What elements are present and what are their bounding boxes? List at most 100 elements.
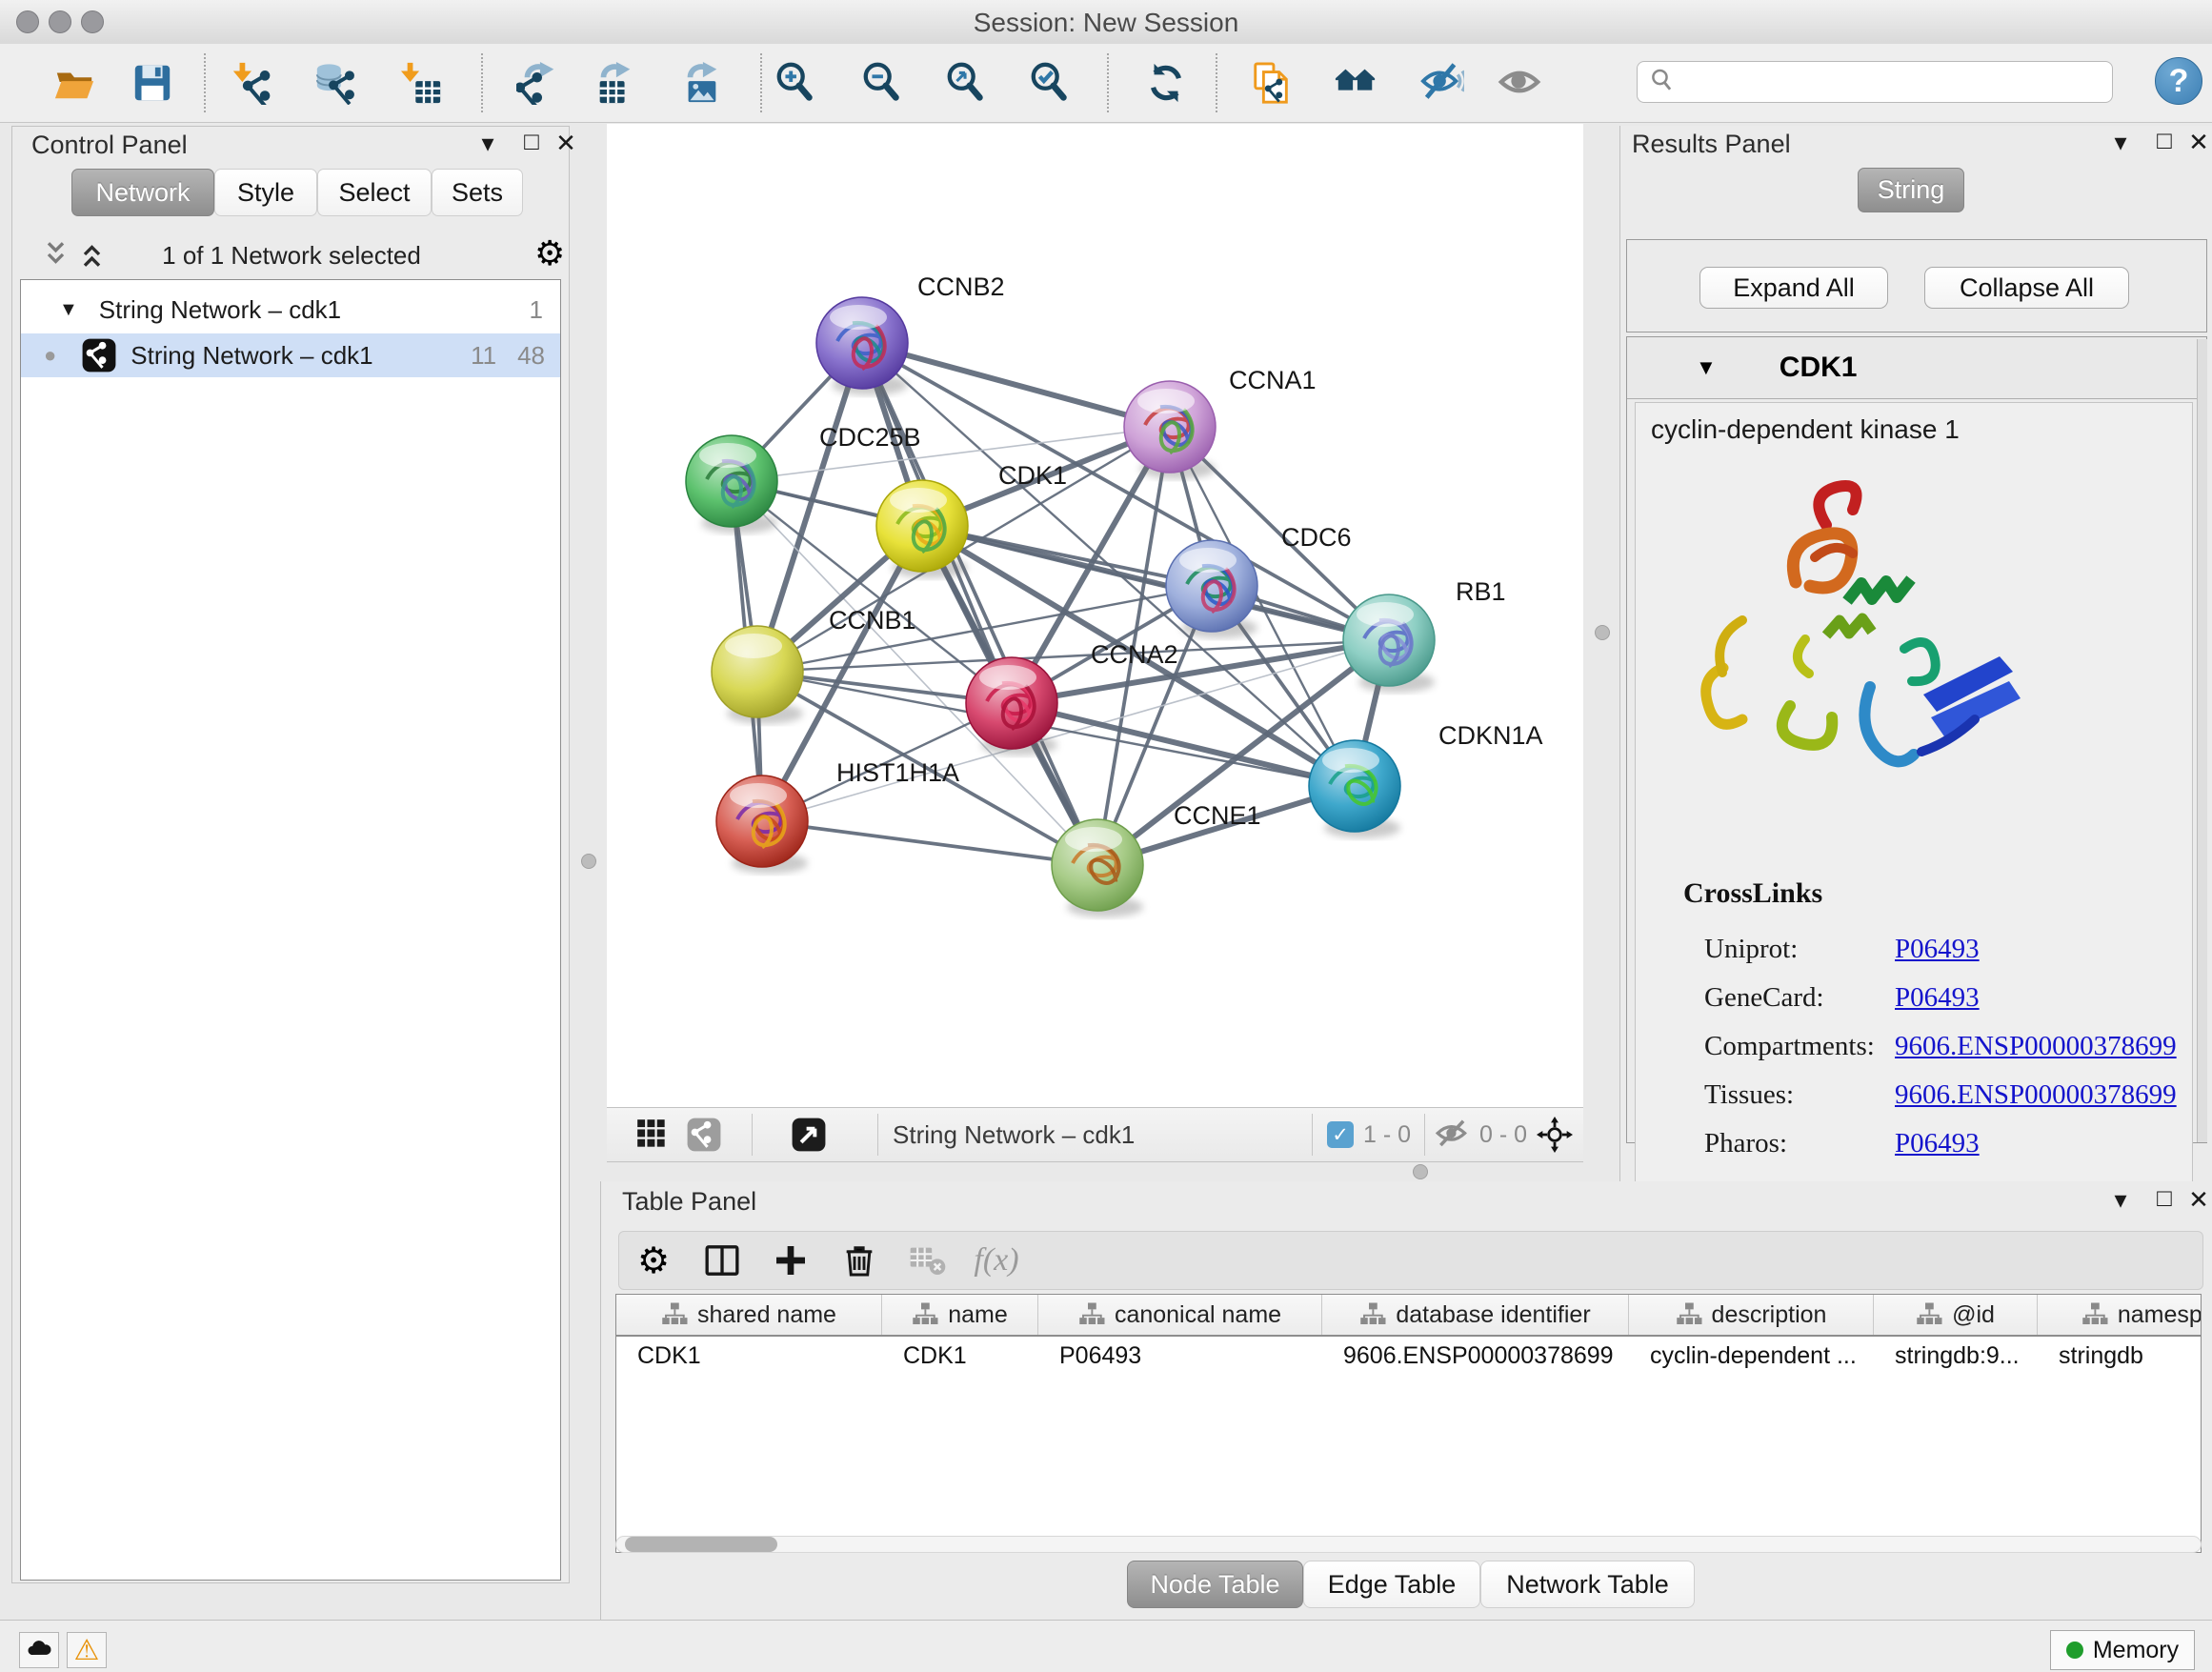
export-image-button[interactable] [674, 53, 729, 112]
control-panel-menu-icon[interactable]: ▾ [472, 129, 504, 158]
import-database-button[interactable] [308, 53, 363, 112]
table-cell[interactable]: CDK1 [882, 1337, 1038, 1377]
network-node-CDKN1A[interactable] [1309, 740, 1400, 832]
crosslink-row: Pharos:P06493 [1704, 1119, 2181, 1168]
table-cell[interactable]: P06493 [1038, 1337, 1322, 1377]
table-cell[interactable]: stringdb:9... [1874, 1337, 2038, 1377]
refresh-button[interactable] [1138, 53, 1194, 112]
column-header-description[interactable]: description [1629, 1295, 1874, 1335]
left-splitter-handle[interactable] [581, 854, 596, 869]
table-cell[interactable]: CDK1 [616, 1337, 882, 1377]
copy-network-style-button[interactable] [1244, 53, 1299, 112]
collapse-all-button[interactable]: Collapse All [1924, 267, 2129, 309]
network-node-CDC25B[interactable] [686, 435, 777, 527]
crosslink-link[interactable]: P06493 [1895, 934, 1980, 965]
crosslink-link[interactable]: 9606.ENSP00000378699 [1895, 1031, 2177, 1062]
show-eye-icon [1498, 61, 1541, 105]
table-hscrollbar-thumb[interactable] [625, 1537, 777, 1552]
protein-section-header[interactable]: ▼ CDK1 [1627, 337, 2206, 399]
crosslink-link[interactable]: P06493 [1895, 982, 1980, 1014]
open-session-button[interactable] [47, 53, 102, 112]
hide-unhide-button[interactable] [1415, 53, 1470, 112]
table-gear-icon[interactable]: ⚙ [619, 1239, 688, 1282]
add-column-icon[interactable] [756, 1241, 825, 1279]
table-panel-float-icon[interactable]: □ [2148, 1183, 2181, 1213]
tab-sets[interactable]: Sets [432, 169, 523, 216]
network-node-HIST1H1A[interactable] [716, 776, 808, 867]
right-splitter-handle[interactable] [1595, 625, 1610, 640]
network-node-CDC6[interactable] [1166, 540, 1257, 632]
tab-network[interactable]: Network [71, 169, 214, 216]
birdseye-icon[interactable] [1536, 1116, 1574, 1154]
network-node-CDK1[interactable] [876, 480, 968, 572]
split-columns-icon[interactable] [688, 1241, 756, 1279]
column-header-database-identifier[interactable]: database identifier [1322, 1295, 1629, 1335]
crosslink-row: Uniprot:P06493 [1704, 925, 2181, 974]
crosslink-link[interactable]: 9606.ENSP00000378699 [1895, 1079, 2177, 1111]
network-canvas[interactable]: CCNB2CCNA1CDC25BCDK1CDC6RB1CCNB1CCNA2CDK… [607, 124, 1583, 1107]
grid-view-icon[interactable] [633, 1116, 672, 1154]
zoom-in-button[interactable] [768, 53, 823, 112]
network-edge[interactable] [762, 821, 1097, 865]
results-panel-close-icon[interactable]: ✕ [2182, 128, 2212, 157]
column-header--id[interactable]: @id [1874, 1295, 2038, 1335]
delete-column-icon[interactable] [825, 1241, 894, 1279]
cloud-status-button[interactable] [19, 1632, 59, 1668]
collection-count: 1 [530, 295, 543, 325]
detach-view-icon[interactable] [790, 1116, 828, 1154]
network-node-RB1[interactable] [1343, 594, 1435, 686]
export-network-button[interactable] [511, 53, 566, 112]
import-table-button[interactable] [394, 53, 450, 112]
export-table-button[interactable] [587, 53, 642, 112]
tab-node-table[interactable]: Node Table [1127, 1561, 1303, 1608]
network-node-CCNA2[interactable] [966, 657, 1057, 749]
warning-status-button[interactable]: ⚠ [67, 1632, 107, 1668]
results-scrollbar[interactable] [2197, 339, 2207, 1142]
tab-edge-table[interactable]: Edge Table [1303, 1561, 1480, 1608]
network-collection-row[interactable]: ▼ String Network – cdk1 1 [21, 288, 560, 332]
table-row[interactable]: CDK1CDK1P064939606.ENSP00000378699cyclin… [616, 1337, 2201, 1377]
save-session-button[interactable] [125, 53, 180, 112]
table-panel-close-icon[interactable]: ✕ [2182, 1185, 2212, 1215]
control-panel-close-icon[interactable]: ✕ [550, 129, 582, 158]
protein-expander-icon[interactable]: ▼ [1696, 355, 1717, 380]
expand-all-button[interactable]: Expand All [1699, 267, 1888, 309]
zoom-out-button[interactable] [855, 53, 910, 112]
column-header-shared-name[interactable]: shared name [616, 1295, 882, 1335]
import-network-button[interactable] [224, 53, 279, 112]
network-node-CCNB1[interactable] [712, 626, 803, 717]
network-node-CCNE1[interactable] [1052, 819, 1143, 911]
tree-expander-icon[interactable]: ▼ [59, 299, 78, 321]
table-cell[interactable]: 9606.ENSP00000378699 [1322, 1337, 1629, 1377]
memory-button[interactable]: Memory [2050, 1630, 2195, 1670]
crosslink-link[interactable]: P06493 [1895, 1128, 1980, 1159]
table-cell[interactable]: cyclin-dependent ... [1629, 1337, 1874, 1377]
results-panel-float-icon[interactable]: □ [2148, 126, 2181, 155]
network-node-CCNA1[interactable] [1124, 381, 1216, 473]
zoom-selected-button[interactable] [1022, 53, 1077, 112]
network-row-selected[interactable]: ● String Network – cdk1 11 48 [21, 333, 560, 377]
share-view-icon[interactable] [685, 1116, 723, 1154]
table-panel-menu-icon[interactable]: ▾ [2104, 1185, 2137, 1215]
bottom-splitter-handle[interactable] [1413, 1164, 1428, 1179]
network-node-CCNB2[interactable] [816, 297, 908, 389]
column-header-name[interactable]: name [882, 1295, 1038, 1335]
selected-checkbox-icon[interactable]: ✓ [1327, 1121, 1354, 1148]
tab-select[interactable]: Select [317, 169, 432, 216]
show-eye-button[interactable] [1492, 53, 1547, 112]
tab-style[interactable]: Style [214, 169, 317, 216]
search-input[interactable] [1679, 68, 2112, 97]
search-box[interactable] [1637, 61, 2113, 103]
network-options-gear-icon[interactable]: ⚙ [534, 233, 565, 273]
help-button[interactable]: ? [2155, 57, 2202, 105]
home-layout-button[interactable] [1328, 53, 1383, 112]
zoom-fit-button[interactable] [938, 53, 994, 112]
column-header-canonical-name[interactable]: canonical name [1038, 1295, 1322, 1335]
tab-string[interactable]: String [1858, 168, 1964, 212]
table-hscrollbar-track[interactable] [615, 1536, 2202, 1553]
tab-network-table[interactable]: Network Table [1480, 1561, 1695, 1608]
table-cell[interactable]: stringdb [2038, 1337, 2202, 1377]
results-panel-menu-icon[interactable]: ▾ [2104, 128, 2137, 157]
column-header-namespace[interactable]: namespace [2038, 1295, 2202, 1335]
control-panel-float-icon[interactable]: □ [515, 127, 548, 156]
